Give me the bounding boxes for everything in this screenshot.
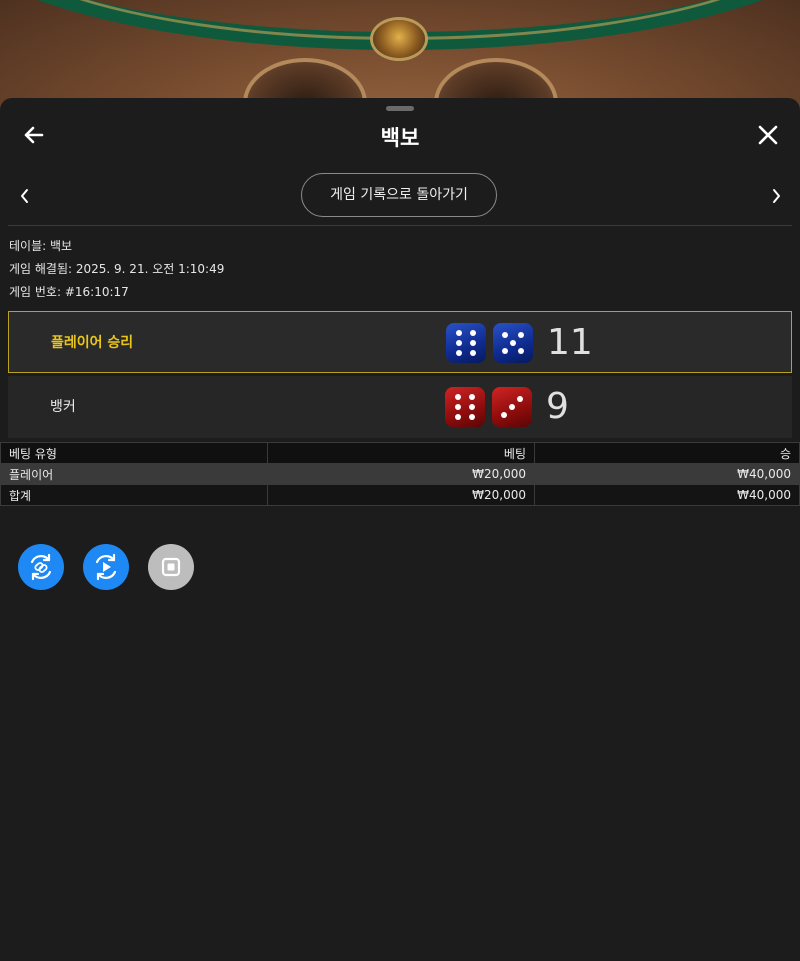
die-pip <box>455 414 461 420</box>
die-pip <box>456 340 462 346</box>
resolved-time: 게임 해결됨: 2025. 9. 21. 오전 1:10:49 <box>9 262 225 276</box>
table-name: 테이블: 백보 <box>9 239 73 253</box>
dice-shaker-dome <box>373 20 425 58</box>
die-pip <box>502 332 508 338</box>
die-pip <box>501 412 507 418</box>
die-pip <box>518 348 524 354</box>
die-pip <box>502 348 508 354</box>
chevron-left-icon <box>21 189 28 203</box>
table-row: 플레이어 ₩20,000 ₩40,000 <box>0 463 800 485</box>
die-pip <box>470 330 476 336</box>
video-replay-icon <box>95 553 117 581</box>
bet-amount-cell: ₩20,000 <box>267 484 535 506</box>
next-game-button[interactable] <box>766 186 786 206</box>
back-to-history-button[interactable]: 게임 기록으로 돌아가기 <box>301 173 497 217</box>
win-amount-cell: ₩40,000 <box>534 463 800 485</box>
chevron-right-icon <box>773 189 780 203</box>
close-button[interactable] <box>752 120 784 150</box>
game-number: 게임 번호: #16:10:17 <box>9 285 129 299</box>
page-title: 백보 <box>380 126 420 150</box>
banker-total: 9 <box>546 386 569 427</box>
player-result-row: 플레이어 승리 11 <box>8 311 792 373</box>
die-pip <box>509 404 515 410</box>
die-pip <box>455 404 461 410</box>
video-replay-button[interactable] <box>83 544 129 590</box>
player-total: 11 <box>547 322 593 363</box>
bet-type-cell: 플레이어 <box>0 463 268 485</box>
die-pip <box>456 350 462 356</box>
previous-game-button[interactable] <box>15 186 35 206</box>
player-result-label: 플레이어 승리 <box>51 335 134 351</box>
banker-die-2 <box>492 387 532 427</box>
die-pip <box>455 394 461 400</box>
bet-amount-cell: ₩20,000 <box>267 463 535 485</box>
die-pip <box>470 340 476 346</box>
stop-button[interactable] <box>148 544 194 590</box>
header-bet-type: 베팅 유형 <box>0 442 268 464</box>
replay-link-button[interactable] <box>18 544 64 590</box>
banker-result-label: 뱅커 <box>50 399 76 415</box>
die-pip <box>469 404 475 410</box>
game-detail-panel: 백보 게임 기록으로 돌아가기 테이블: 백보 게임 해결됨: 2025. 9.… <box>0 98 800 961</box>
die-pip <box>510 340 516 346</box>
die-pip <box>470 350 476 356</box>
die-pip <box>456 330 462 336</box>
header-win: 승 <box>534 442 800 464</box>
win-amount-cell: ₩40,000 <box>534 484 800 506</box>
player-die-1 <box>446 323 486 363</box>
game-info: 테이블: 백보 게임 해결됨: 2025. 9. 21. 오전 1:10:49 … <box>9 236 224 305</box>
banker-result-row: 뱅커 9 <box>8 376 792 438</box>
close-icon <box>758 125 778 145</box>
bet-type-cell: 합계 <box>0 484 268 506</box>
divider <box>8 225 792 226</box>
panel-header: 백보 <box>0 110 800 160</box>
table-header-row: 베팅 유형 베팅 승 <box>0 442 800 464</box>
die-pip <box>518 332 524 338</box>
die-pip <box>517 396 523 402</box>
die-pip <box>469 414 475 420</box>
die-pip <box>469 394 475 400</box>
table-row-total: 합계 ₩20,000 ₩40,000 <box>0 484 800 506</box>
banker-die-1 <box>445 387 485 427</box>
header-bet: 베팅 <box>267 442 535 464</box>
player-die-2 <box>493 323 533 363</box>
replay-link-icon <box>30 553 52 581</box>
game-navigation: 게임 기록으로 돌아가기 <box>0 172 800 220</box>
bets-table: 베팅 유형 베팅 승 플레이어 ₩20,000 ₩40,000 합계 ₩20,0… <box>0 442 800 506</box>
stop-icon <box>161 557 181 577</box>
